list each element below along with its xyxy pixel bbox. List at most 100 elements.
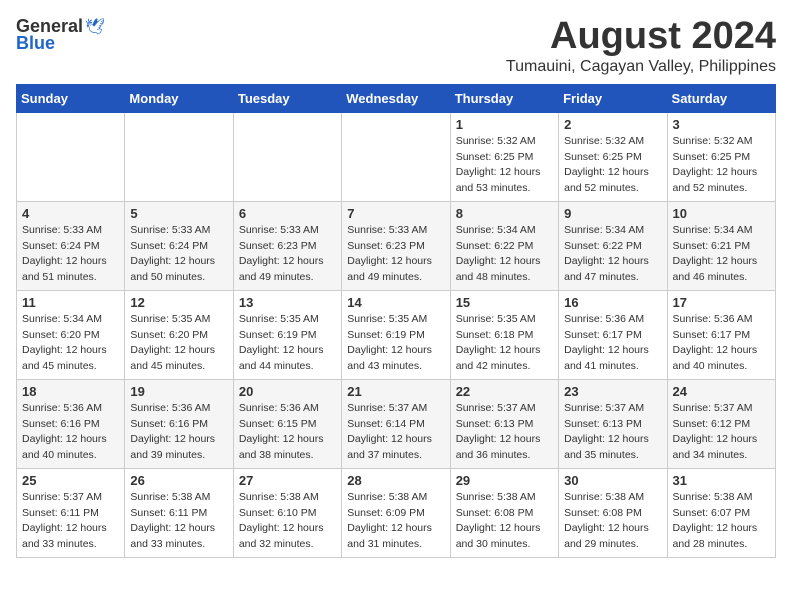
day-info: Sunrise: 5:35 AM Sunset: 6:19 PM Dayligh… bbox=[239, 312, 336, 375]
day-number: 19 bbox=[130, 384, 227, 399]
calendar-cell: 2Sunrise: 5:32 AM Sunset: 6:25 PM Daylig… bbox=[559, 112, 667, 201]
day-info: Sunrise: 5:32 AM Sunset: 6:25 PM Dayligh… bbox=[456, 134, 553, 197]
day-number: 23 bbox=[564, 384, 661, 399]
calendar-cell: 4 Sunrise: 5:33 AM Sunset: 6:24 PM Daylig… bbox=[17, 201, 125, 290]
day-number: 21 bbox=[347, 384, 444, 399]
day-info: Sunrise: 5:35 AM Sunset: 6:19 PM Dayligh… bbox=[347, 312, 444, 375]
calendar-cell: 1 Sunrise: 5:32 AM Sunset: 6:25 PM Daylig… bbox=[450, 112, 558, 201]
day-number: 6 bbox=[239, 206, 336, 221]
day-info: Sunrise: 5:34 AM Sunset: 6:22 PM Dayligh… bbox=[564, 223, 661, 286]
calendar-cell: 28 Sunrise: 5:38 AM Sunset: 6:09 PM Dayli… bbox=[342, 468, 450, 557]
calendar-cell: 13 Sunrise: 5:35 AM Sunset: 6:19 PM Dayli… bbox=[233, 290, 341, 379]
calendar-cell: 15Sunrise: 5:35 AM Sunset: 6:18 PM Dayli… bbox=[450, 290, 558, 379]
day-info: Sunrise: 5:36 AM Sunset: 6:16 PM Dayligh… bbox=[22, 401, 119, 464]
calendar-cell: 26 Sunrise: 5:38 AM Sunset: 6:11 PM Dayli… bbox=[125, 468, 233, 557]
day-info: Sunrise: 5:38 AM Sunset: 6:09 PM Dayligh… bbox=[347, 490, 444, 553]
day-number: 12 bbox=[130, 295, 227, 310]
calendar-cell: 7 Sunrise: 5:33 AM Sunset: 6:23 PM Daylig… bbox=[342, 201, 450, 290]
calendar-week-3: 11 Sunrise: 5:34 AM Sunset: 6:20 PM Dayli… bbox=[17, 290, 776, 379]
calendar-header-sunday: Sunday bbox=[17, 84, 125, 112]
day-info: Sunrise: 5:38 AM Sunset: 6:08 PM Dayligh… bbox=[456, 490, 553, 553]
day-number: 30 bbox=[564, 473, 661, 488]
calendar-cell: 31 Sunrise: 5:38 AM Sunset: 6:07 PM Dayli… bbox=[667, 468, 775, 557]
calendar-cell: 8 Sunrise: 5:34 AM Sunset: 6:22 PM Daylig… bbox=[450, 201, 558, 290]
day-number: 17 bbox=[673, 295, 770, 310]
day-info: Sunrise: 5:37 AM Sunset: 6:12 PM Dayligh… bbox=[673, 401, 770, 464]
day-number: 26 bbox=[130, 473, 227, 488]
logo: General 🕊 Blue bbox=[16, 16, 105, 54]
day-number: 8 bbox=[456, 206, 553, 221]
day-info: Sunrise: 5:36 AM Sunset: 6:16 PM Dayligh… bbox=[130, 401, 227, 464]
day-number: 10 bbox=[673, 206, 770, 221]
day-info: Sunrise: 5:38 AM Sunset: 6:07 PM Dayligh… bbox=[673, 490, 770, 553]
day-number: 18 bbox=[22, 384, 119, 399]
day-number: 1 bbox=[456, 117, 553, 132]
day-number: 20 bbox=[239, 384, 336, 399]
logo-bird-icon: 🕊 bbox=[85, 17, 105, 37]
calendar-cell: 30Sunrise: 5:38 AM Sunset: 6:08 PM Dayli… bbox=[559, 468, 667, 557]
day-info: Sunrise: 5:33 AM Sunset: 6:23 PM Dayligh… bbox=[347, 223, 444, 286]
header: General 🕊 Blue August 2024 Tumauini, Cag… bbox=[16, 16, 776, 76]
calendar-header-thursday: Thursday bbox=[450, 84, 558, 112]
calendar-week-2: 4 Sunrise: 5:33 AM Sunset: 6:24 PM Daylig… bbox=[17, 201, 776, 290]
day-number: 27 bbox=[239, 473, 336, 488]
calendar-cell: 12 Sunrise: 5:35 AM Sunset: 6:20 PM Dayli… bbox=[125, 290, 233, 379]
calendar-header-wednesday: Wednesday bbox=[342, 84, 450, 112]
title-area: August 2024 Tumauini, Cagayan Valley, Ph… bbox=[506, 16, 776, 76]
day-info: Sunrise: 5:33 AM Sunset: 6:23 PM Dayligh… bbox=[239, 223, 336, 286]
day-info: Sunrise: 5:32 AM Sunset: 6:25 PM Dayligh… bbox=[673, 134, 770, 197]
day-number: 28 bbox=[347, 473, 444, 488]
logo-blue-text: Blue bbox=[16, 33, 55, 54]
calendar-cell: 25 Sunrise: 5:37 AM Sunset: 6:11 PM Dayli… bbox=[17, 468, 125, 557]
day-info: Sunrise: 5:34 AM Sunset: 6:20 PM Dayligh… bbox=[22, 312, 119, 375]
day-info: Sunrise: 5:33 AM Sunset: 6:24 PM Dayligh… bbox=[22, 223, 119, 286]
calendar-cell: 22Sunrise: 5:37 AM Sunset: 6:13 PM Dayli… bbox=[450, 379, 558, 468]
day-number: 4 bbox=[22, 206, 119, 221]
calendar-cell: 5Sunrise: 5:33 AM Sunset: 6:24 PM Daylig… bbox=[125, 201, 233, 290]
calendar-table: SundayMondayTuesdayWednesdayThursdayFrid… bbox=[16, 84, 776, 558]
day-number: 9 bbox=[564, 206, 661, 221]
calendar-cell bbox=[17, 112, 125, 201]
day-number: 16 bbox=[564, 295, 661, 310]
day-number: 2 bbox=[564, 117, 661, 132]
day-info: Sunrise: 5:34 AM Sunset: 6:22 PM Dayligh… bbox=[456, 223, 553, 286]
calendar-week-1: 1 Sunrise: 5:32 AM Sunset: 6:25 PM Daylig… bbox=[17, 112, 776, 201]
day-info: Sunrise: 5:36 AM Sunset: 6:17 PM Dayligh… bbox=[564, 312, 661, 375]
calendar-cell: 3 Sunrise: 5:32 AM Sunset: 6:25 PM Daylig… bbox=[667, 112, 775, 201]
location-subtitle: Tumauini, Cagayan Valley, Philippines bbox=[506, 58, 776, 76]
calendar-cell: 6 Sunrise: 5:33 AM Sunset: 6:23 PM Daylig… bbox=[233, 201, 341, 290]
calendar-cell: 11 Sunrise: 5:34 AM Sunset: 6:20 PM Dayli… bbox=[17, 290, 125, 379]
day-number: 3 bbox=[673, 117, 770, 132]
day-number: 22 bbox=[456, 384, 553, 399]
calendar-header-friday: Friday bbox=[559, 84, 667, 112]
day-info: Sunrise: 5:37 AM Sunset: 6:11 PM Dayligh… bbox=[22, 490, 119, 553]
calendar-cell: 19 Sunrise: 5:36 AM Sunset: 6:16 PM Dayli… bbox=[125, 379, 233, 468]
day-info: Sunrise: 5:36 AM Sunset: 6:15 PM Dayligh… bbox=[239, 401, 336, 464]
calendar-cell: 14Sunrise: 5:35 AM Sunset: 6:19 PM Dayli… bbox=[342, 290, 450, 379]
day-number: 13 bbox=[239, 295, 336, 310]
day-info: Sunrise: 5:37 AM Sunset: 6:13 PM Dayligh… bbox=[564, 401, 661, 464]
calendar-cell bbox=[342, 112, 450, 201]
day-info: Sunrise: 5:38 AM Sunset: 6:11 PM Dayligh… bbox=[130, 490, 227, 553]
calendar-cell: 9 Sunrise: 5:34 AM Sunset: 6:22 PM Daylig… bbox=[559, 201, 667, 290]
day-info: Sunrise: 5:33 AM Sunset: 6:24 PM Dayligh… bbox=[130, 223, 227, 286]
day-number: 15 bbox=[456, 295, 553, 310]
calendar-cell: 23 Sunrise: 5:37 AM Sunset: 6:13 PM Dayli… bbox=[559, 379, 667, 468]
calendar-cell: 29 Sunrise: 5:38 AM Sunset: 6:08 PM Dayli… bbox=[450, 468, 558, 557]
day-info: Sunrise: 5:38 AM Sunset: 6:10 PM Dayligh… bbox=[239, 490, 336, 553]
calendar-header-saturday: Saturday bbox=[667, 84, 775, 112]
calendar-header-row: SundayMondayTuesdayWednesdayThursdayFrid… bbox=[17, 84, 776, 112]
day-number: 29 bbox=[456, 473, 553, 488]
day-info: Sunrise: 5:36 AM Sunset: 6:17 PM Dayligh… bbox=[673, 312, 770, 375]
calendar-cell: 21 Sunrise: 5:37 AM Sunset: 6:14 PM Dayli… bbox=[342, 379, 450, 468]
calendar-week-5: 25 Sunrise: 5:37 AM Sunset: 6:11 PM Dayli… bbox=[17, 468, 776, 557]
day-number: 25 bbox=[22, 473, 119, 488]
day-info: Sunrise: 5:37 AM Sunset: 6:14 PM Dayligh… bbox=[347, 401, 444, 464]
day-number: 7 bbox=[347, 206, 444, 221]
calendar-cell: 24Sunrise: 5:37 AM Sunset: 6:12 PM Dayli… bbox=[667, 379, 775, 468]
day-info: Sunrise: 5:35 AM Sunset: 6:20 PM Dayligh… bbox=[130, 312, 227, 375]
calendar-header-monday: Monday bbox=[125, 84, 233, 112]
calendar-cell: 27 Sunrise: 5:38 AM Sunset: 6:10 PM Dayli… bbox=[233, 468, 341, 557]
day-number: 11 bbox=[22, 295, 119, 310]
day-number: 31 bbox=[673, 473, 770, 488]
